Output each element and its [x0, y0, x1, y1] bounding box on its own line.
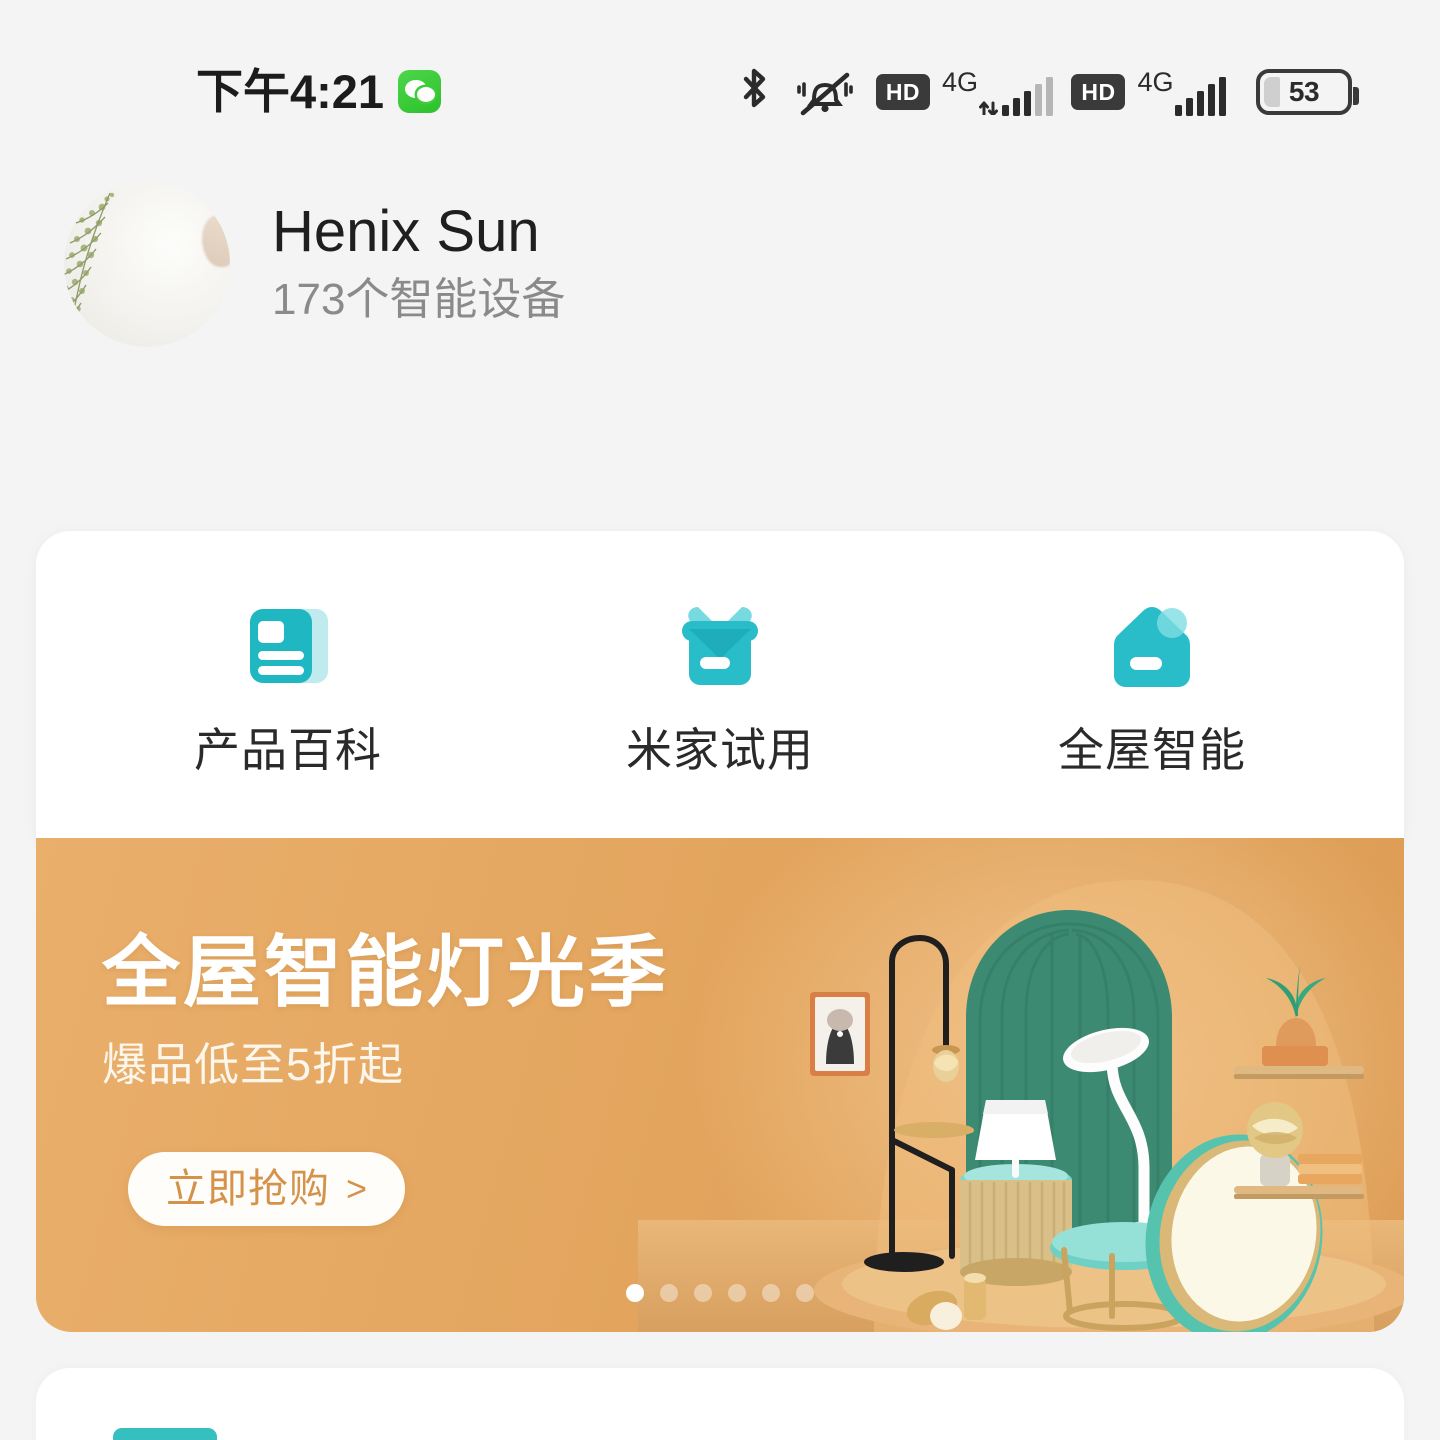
avatar-warm-accent [202, 215, 230, 267]
network-type-1: 4G [941, 66, 978, 97]
banner-cta-label: 立即抢购 [166, 1167, 330, 1211]
wechat-icon [398, 70, 442, 113]
signal-bars-2 [1174, 76, 1226, 116]
mute-vibrate-icon [794, 67, 856, 117]
carousel-dot-1[interactable] [626, 1284, 644, 1302]
quick-action-label: 米家试用 [626, 724, 814, 776]
signal-bars-1 [1001, 76, 1054, 116]
next-section-card[interactable] [36, 1368, 1404, 1440]
banner-cta-button[interactable]: 立即抢购 > [128, 1152, 406, 1226]
battery-icon: 53 [1256, 69, 1359, 115]
carousel-dot-2[interactable] [660, 1284, 678, 1302]
avatar[interactable] [64, 181, 230, 347]
network-status-sim1: 4G [941, 66, 1054, 116]
hd-badge-icon: HD [875, 74, 930, 110]
quick-action-label: 产品百科 [194, 724, 382, 776]
banner-subtitle: 爆品低至5折起 [102, 1039, 405, 1091]
promo-banner-carousel[interactable]: 全屋智能灯光季 爆品低至5折起 立即抢购 > [36, 838, 1404, 1332]
network-type-2: 4G [1137, 66, 1174, 97]
section-accent-chip [113, 1428, 217, 1440]
data-arrows-icon [978, 75, 999, 115]
banner-title: 全屋智能灯光季 [102, 928, 670, 1016]
quick-action-product-encyclopedia[interactable]: 产品百科 [138, 597, 438, 773]
carousel-pagination[interactable] [36, 1284, 1404, 1302]
mi-home-profile-screen: 下午4:21 HD 4G HD 4G 53 Henix Sun 173个智能设备… [0, 0, 1440, 1440]
bluetooth-icon [738, 67, 772, 117]
home-house-icon [1100, 597, 1204, 701]
profile-device-count: 173个智能设备 [272, 275, 566, 325]
profile-name: Henix Sun [272, 198, 540, 264]
carousel-dot-6[interactable] [796, 1284, 814, 1302]
battery-fill [1264, 77, 1280, 107]
battery-level-label: 53 [1288, 76, 1320, 107]
gift-box-icon [668, 597, 772, 701]
profile-text-block: Henix Sun 173个智能设备 [272, 197, 565, 332]
status-bar: 下午4:21 HD 4G HD 4G 53 [0, 0, 1440, 165]
carousel-dot-4[interactable] [728, 1284, 746, 1302]
quick-action-mijia-trial[interactable]: 米家试用 [570, 597, 870, 773]
quick-actions-card: 产品百科 米家试用 全屋智能 [36, 531, 1404, 839]
chevron-right-icon: > [346, 1168, 368, 1209]
banner-text-block: 全屋智能灯光季 爆品低至5折起 [102, 930, 722, 1092]
carousel-dot-5[interactable] [762, 1284, 780, 1302]
profile-header[interactable]: Henix Sun 173个智能设备 [64, 181, 565, 347]
banner-illustration [810, 880, 1404, 1332]
hd-badge-icon-2: HD [1071, 74, 1126, 110]
network-status-sim2: 4G [1137, 66, 1226, 116]
quick-action-whole-home-smart[interactable]: 全屋智能 [1002, 597, 1302, 773]
status-bar-left: 下午4:21 [196, 65, 442, 118]
status-bar-right: HD 4G HD 4G 53 [738, 64, 1359, 120]
status-bar-clock: 下午4:21 [196, 65, 385, 118]
avatar-plant-decoration [64, 192, 115, 344]
carousel-dot-3[interactable] [694, 1284, 712, 1302]
quick-actions-row: 产品百科 米家试用 全屋智能 [36, 531, 1404, 839]
article-document-icon [236, 597, 340, 701]
quick-action-label: 全屋智能 [1058, 724, 1246, 776]
